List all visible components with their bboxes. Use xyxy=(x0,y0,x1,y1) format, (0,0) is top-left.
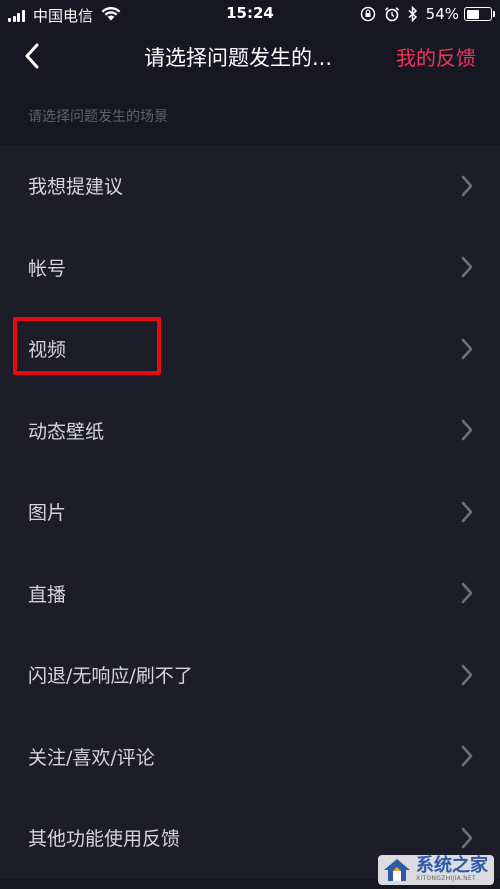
list-item-live-wallpaper[interactable]: 动态壁纸 xyxy=(0,390,500,472)
list-item-label: 我想提建议 xyxy=(28,176,124,199)
chevron-right-icon xyxy=(461,256,473,278)
list-item-label: 闪退/无响应/刷不了 xyxy=(28,665,193,688)
section-header: 请选择问题发生的场景 xyxy=(28,109,168,125)
screen: 中国电信 15:24 54% 请选择问题发生的... 我的反馈 请选择问题发生的… xyxy=(0,0,500,889)
chevron-right-icon xyxy=(461,501,473,523)
battery-fill xyxy=(466,9,479,19)
chevron-right-icon xyxy=(461,582,473,604)
status-right: 54% xyxy=(352,5,495,23)
watermark-name: 系统之家 xyxy=(416,855,488,876)
page-title: 请选择问题发生的... xyxy=(144,46,333,70)
nav-bar: 请选择问题发生的... 我的反馈 xyxy=(0,28,500,83)
alarm-icon xyxy=(384,6,400,22)
chevron-right-icon xyxy=(461,338,473,360)
house-logo-icon xyxy=(384,859,410,881)
list-item-account[interactable]: 帐号 xyxy=(0,227,500,309)
list-item-social[interactable]: 关注/喜欢/评论 xyxy=(0,716,500,798)
list-item-image[interactable]: 图片 xyxy=(0,471,500,553)
back-button[interactable] xyxy=(12,36,52,76)
watermark: 系统之家 XITONGZHIJIA.NET xyxy=(378,855,494,885)
highlight-annotation xyxy=(13,317,161,375)
list-item-label: 动态壁纸 xyxy=(28,420,105,443)
status-bar: 中国电信 15:24 54% xyxy=(0,0,500,28)
list-item-suggestion[interactable]: 我想提建议 xyxy=(0,145,500,227)
list-item-label: 直播 xyxy=(28,583,67,606)
my-feedback-link[interactable]: 我的反馈 xyxy=(396,42,476,71)
chevron-right-icon xyxy=(461,664,473,686)
chevron-right-icon xyxy=(461,745,473,767)
list-item-live-stream[interactable]: 直播 xyxy=(0,553,500,635)
rotation-lock-icon xyxy=(360,6,376,22)
bluetooth-icon xyxy=(408,6,418,22)
chevron-left-icon xyxy=(25,43,39,69)
list-item-label: 帐号 xyxy=(28,257,67,280)
scene-list: 我想提建议 帐号 视频 动态壁纸 图片 直播 闪退/无响应/刷不了 关注/喜欢/… xyxy=(0,145,500,879)
chevron-right-icon xyxy=(461,827,473,849)
list-item-label: 图片 xyxy=(28,502,67,525)
list-item-label: 其他功能使用反馈 xyxy=(28,828,181,851)
battery-percent: 54% xyxy=(425,5,459,23)
list-item-crash[interactable]: 闪退/无响应/刷不了 xyxy=(0,634,500,716)
list-item-label: 关注/喜欢/评论 xyxy=(28,746,155,769)
chevron-right-icon xyxy=(461,175,473,197)
watermark-url: XITONGZHIJIA.NET xyxy=(416,875,476,882)
chevron-right-icon xyxy=(461,419,473,441)
battery-icon xyxy=(464,7,495,21)
